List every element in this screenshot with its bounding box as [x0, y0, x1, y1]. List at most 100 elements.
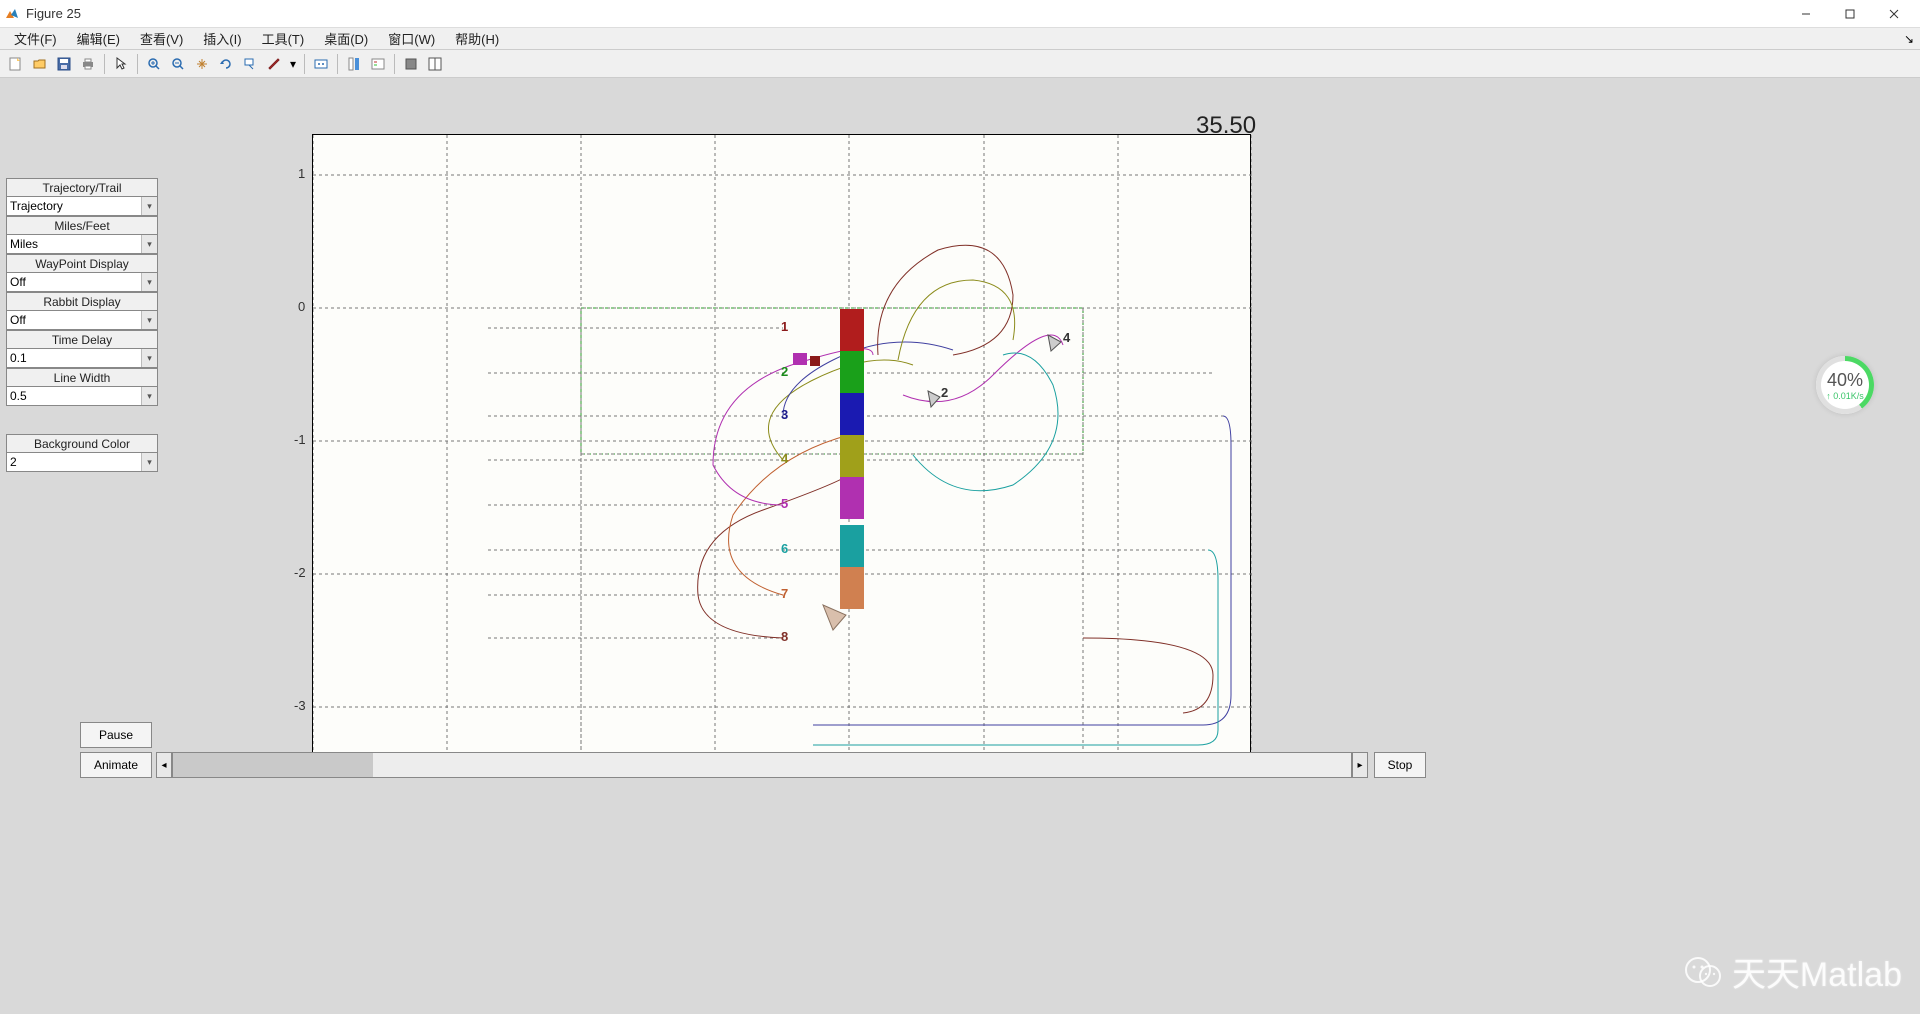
waypoint-header: WayPoint Display [6, 254, 158, 272]
time-readout: 35.50 [1196, 112, 1914, 140]
time-delay-select[interactable]: 0.1 ▾ [6, 348, 158, 368]
linewidth-header: Line Width [6, 368, 158, 386]
toolbar-separator [394, 54, 395, 74]
bg-value: 2 [10, 455, 17, 469]
time-delay-value: 0.1 [10, 351, 27, 365]
figure-canvas: 35.50 [0, 78, 1920, 1014]
minimize-button[interactable] [1784, 0, 1828, 28]
menu-insert[interactable]: 插入(I) [193, 27, 251, 50]
progress-speed: ↑ 0.01K/s [1826, 391, 1864, 401]
toolbar-separator [304, 54, 305, 74]
miles-value: Miles [10, 237, 38, 251]
new-figure-icon[interactable] [5, 53, 27, 75]
miles-select[interactable]: Miles ▾ [6, 234, 158, 254]
titlebar: Figure 25 [0, 0, 1920, 28]
trajectory-value: Trajectory [10, 199, 63, 213]
slider-left-arrow[interactable]: ◂ [156, 752, 172, 778]
axes[interactable]: 1 2 3 4 5 6 7 8 2 4 [312, 134, 1251, 759]
menu-help[interactable]: 帮助(H) [445, 27, 509, 50]
menu-edit[interactable]: 编辑(E) [67, 27, 130, 50]
save-icon[interactable] [53, 53, 75, 75]
matlab-icon [4, 6, 20, 22]
marker-label-4: 4 [1063, 330, 1070, 345]
toolbar-separator [337, 54, 338, 74]
track-label-3: 3 [781, 407, 788, 422]
wechat-icon [1684, 952, 1724, 992]
slider-right-arrow[interactable]: ▸ [1352, 752, 1368, 778]
toolbar: ▾ [0, 50, 1920, 78]
toolbar-separator [104, 54, 105, 74]
linewidth-select[interactable]: 0.5 ▾ [6, 386, 158, 406]
stop-label: Stop [1388, 758, 1413, 772]
y-tick: -3 [294, 698, 306, 713]
menu-file[interactable]: 文件(F) [4, 27, 67, 50]
chevron-down-icon: ▾ [141, 387, 157, 405]
track-label-5: 5 [781, 496, 788, 511]
time-slider[interactable] [172, 752, 1352, 778]
maximize-button[interactable] [1828, 0, 1872, 28]
rotate-icon[interactable] [215, 53, 237, 75]
bg-select[interactable]: 2▾ [6, 452, 158, 472]
menubar: 文件(F) 编辑(E) 查看(V) 插入(I) 工具(T) 桌面(D) 窗口(W… [0, 28, 1920, 50]
close-button[interactable] [1872, 0, 1916, 28]
progress-percent: 40% [1827, 370, 1863, 391]
plot-svg [313, 135, 1252, 760]
pause-button[interactable]: Pause [80, 722, 152, 748]
legend-icon[interactable] [367, 53, 389, 75]
trajectory-select[interactable]: Trajectory▾ [6, 196, 158, 216]
menu-overflow-icon[interactable]: ↘ [1904, 32, 1914, 46]
pause-label: Pause [99, 728, 133, 742]
time-delay-header: Time Delay [6, 330, 158, 348]
menu-window[interactable]: 窗口(W) [378, 27, 445, 50]
track-label-1: 1 [781, 319, 788, 334]
trajectory-header: Trajectory/Trail [6, 178, 158, 196]
print-icon[interactable] [77, 53, 99, 75]
rabbit-value: Off [10, 313, 26, 327]
window-title: Figure 25 [26, 6, 1784, 21]
chevron-down-icon: ▾ [141, 273, 157, 291]
window-controls [1784, 0, 1916, 28]
brush-dropdown-icon[interactable]: ▾ [287, 53, 299, 75]
y-tick: 1 [298, 166, 305, 181]
stop-button[interactable]: Stop [1374, 752, 1426, 778]
menu-desktop[interactable]: 桌面(D) [314, 27, 378, 50]
slider-thumb[interactable] [173, 753, 373, 777]
show-tools-icon[interactable] [424, 53, 446, 75]
datatip-icon[interactable] [239, 53, 261, 75]
waypoint-value: Off [10, 275, 26, 289]
animate-label: Animate [94, 758, 138, 772]
zoom-out-icon[interactable] [167, 53, 189, 75]
animate-button[interactable]: Animate [80, 752, 152, 778]
waypoint-select[interactable]: Off ▾ [6, 272, 158, 292]
chevron-down-icon: ▾ [141, 349, 157, 367]
menu-tools[interactable]: 工具(T) [252, 27, 315, 50]
hide-tools-icon[interactable] [400, 53, 422, 75]
marker-label-2: 2 [941, 385, 948, 400]
chevron-down-icon: ▾ [141, 453, 157, 471]
toolbar-separator [137, 54, 138, 74]
y-tick: 0 [298, 299, 305, 314]
trajectory-panel: Trajectory/Trail Trajectory▾ Miles/Feet … [6, 178, 158, 406]
watermark-text: 天天Matlab [1732, 947, 1902, 996]
track-label-8: 8 [781, 629, 788, 644]
chevron-down-icon: ▾ [141, 235, 157, 253]
zoom-in-icon[interactable] [143, 53, 165, 75]
pan-icon[interactable] [191, 53, 213, 75]
miles-header: Miles/Feet [6, 216, 158, 234]
rabbit-select[interactable]: Off▾ [6, 310, 158, 330]
y-tick: -2 [294, 565, 306, 580]
watermark: 天天Matlab [1684, 947, 1902, 996]
open-icon[interactable] [29, 53, 51, 75]
download-progress-widget[interactable]: 40% ↑ 0.01K/s [1816, 356, 1874, 414]
linewidth-value: 0.5 [10, 389, 27, 403]
colorbar-icon[interactable] [343, 53, 365, 75]
bg-header: Background Color [6, 434, 158, 452]
track-label-7: 7 [781, 586, 788, 601]
track-label-4: 4 [781, 451, 788, 466]
edit-arrow-icon[interactable] [110, 53, 132, 75]
menu-view[interactable]: 查看(V) [130, 27, 193, 50]
brush-icon[interactable] [263, 53, 285, 75]
link-icon[interactable] [310, 53, 332, 75]
y-tick: -1 [294, 432, 306, 447]
track-label-6: 6 [781, 541, 788, 556]
